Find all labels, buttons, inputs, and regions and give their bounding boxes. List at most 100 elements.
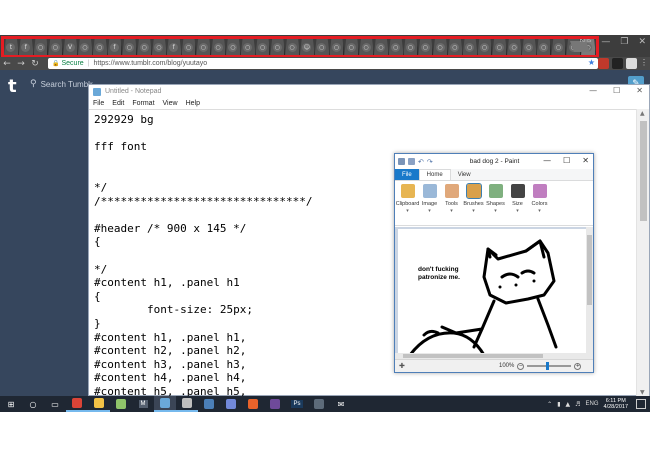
network-icon[interactable]: ▲ — [566, 401, 571, 408]
back-icon[interactable]: ← — [0, 59, 14, 69]
taskbar-m-app-icon[interactable]: M — [132, 396, 154, 412]
save-icon[interactable] — [408, 158, 415, 165]
ribbon-group-brushes[interactable]: Brushes ▾ — [463, 183, 484, 225]
browser-tab[interactable]: ○ — [225, 39, 241, 55]
secure-indicator[interactable]: 🔒 Secure — [52, 60, 84, 67]
address-bar[interactable]: 🔒 Secure | https://www.tumblr.com/blog/y… — [48, 58, 598, 69]
extension-icon[interactable] — [626, 58, 637, 69]
browser-tab[interactable]: ○ — [240, 39, 256, 55]
taskbar-globe-app-icon[interactable] — [308, 396, 330, 412]
browser-tab[interactable]: ○ — [344, 39, 360, 55]
minimize-icon[interactable]: — — [601, 37, 610, 47]
browser-tab[interactable]: ○ — [418, 39, 434, 55]
browser-tab[interactable]: ○ — [536, 39, 552, 55]
close-icon[interactable]: ✕ — [638, 37, 646, 47]
browser-tab[interactable]: ☺ — [299, 39, 315, 55]
close-icon[interactable]: ✕ — [636, 86, 643, 95]
browser-tab[interactable]: ○ — [211, 39, 226, 55]
browser-tab[interactable]: ○ — [551, 39, 567, 55]
scrollbar-thumb[interactable] — [587, 235, 592, 305]
profile-name[interactable]: Kris — [579, 37, 591, 47]
close-icon[interactable]: ✕ — [582, 156, 589, 165]
browser-tab[interactable]: ○ — [196, 39, 212, 55]
minimize-icon[interactable]: — — [589, 86, 597, 95]
ribbon-group-size[interactable]: Size ▾ — [507, 184, 528, 225]
browser-tab[interactable]: f — [18, 39, 34, 55]
browser-tab[interactable]: ○ — [388, 39, 404, 55]
maximize-icon[interactable]: ☐ — [563, 156, 570, 165]
reload-icon[interactable]: ↻ — [28, 59, 42, 69]
taskbar-notepad-icon[interactable] — [154, 396, 176, 412]
browser-tab[interactable]: f — [166, 39, 182, 55]
browser-tab[interactable]: ○ — [314, 39, 330, 55]
taskbar-search-icon[interactable]: ○ — [22, 396, 44, 412]
scroll-up-icon[interactable]: ▲ — [640, 110, 645, 117]
browser-tab[interactable]: f — [107, 39, 123, 55]
browser-tab[interactable]: ○ — [403, 39, 419, 55]
browser-tab[interactable]: V — [63, 39, 78, 55]
browser-tab[interactable]: ○ — [329, 39, 345, 55]
ribbon-group-colors[interactable]: Colors ▾ — [529, 184, 550, 225]
zoom-slider-knob[interactable] — [545, 362, 549, 370]
ribbon-group-image[interactable]: Image ▾ — [419, 184, 440, 225]
redo-icon[interactable]: ↷ — [427, 158, 433, 166]
taskbar-chrome-icon[interactable] — [66, 396, 88, 412]
paint-canvas[interactable]: don't fucking patronize me. — [398, 229, 586, 357]
browser-tab[interactable]: t — [4, 39, 19, 55]
notification-center-icon[interactable] — [636, 399, 646, 409]
taskbar-mail-icon[interactable]: ✉ — [330, 396, 352, 412]
browser-tab[interactable]: ○ — [359, 39, 374, 55]
browser-tab[interactable]: ○ — [285, 39, 300, 55]
zoom-in-icon[interactable]: + — [574, 362, 582, 370]
abp-extension-icon[interactable] — [598, 58, 609, 69]
zoom-slider[interactable] — [527, 362, 572, 370]
taskbar-windows-logo-icon[interactable]: ⊞ — [0, 396, 22, 412]
forward-icon[interactable]: → — [14, 59, 28, 69]
menu-item-help[interactable]: Help — [186, 100, 200, 107]
browser-tab[interactable]: ○ — [433, 39, 448, 55]
ribbon-tab-file[interactable]: File — [395, 169, 419, 180]
zoom-out-icon[interactable]: − — [517, 362, 525, 370]
battery-icon[interactable]: ▮ — [557, 401, 560, 408]
browser-tab[interactable]: ○ — [92, 39, 108, 55]
taskbar-file-explorer-icon[interactable] — [88, 396, 110, 412]
taskbar-steam-icon[interactable] — [198, 396, 220, 412]
browser-tab[interactable]: ○ — [462, 39, 478, 55]
clock[interactable]: 6:11 PM 4/28/2017 — [604, 398, 628, 411]
browser-tab[interactable]: ○ — [151, 39, 167, 55]
browser-tab[interactable]: ○ — [447, 39, 463, 55]
bookmark-star-icon[interactable]: ★ — [588, 58, 595, 67]
browser-tab[interactable]: ○ — [137, 39, 152, 55]
taskbar-discord-icon[interactable] — [220, 396, 242, 412]
browser-tab[interactable]: ○ — [521, 39, 537, 55]
undo-icon[interactable]: ↶ — [418, 158, 424, 166]
browser-tab[interactable]: ○ — [33, 39, 49, 55]
scrollbar-thumb[interactable] — [403, 354, 543, 358]
minimize-icon[interactable]: — — [543, 156, 551, 165]
browser-tab[interactable]: ○ — [492, 39, 508, 55]
browser-tab[interactable]: ○ — [255, 39, 271, 55]
browser-tab[interactable]: ○ — [122, 39, 138, 55]
notepad-scrollbar[interactable]: ▲ ▼ — [636, 109, 649, 397]
taskbar-paint-icon[interactable] — [176, 396, 198, 412]
taskbar-fire-app-icon[interactable] — [242, 396, 264, 412]
ribbon-group-shapes[interactable]: Shapes ▾ — [485, 184, 506, 225]
menu-item-format[interactable]: Format — [132, 100, 154, 107]
paint-vertical-scrollbar[interactable] — [586, 227, 593, 359]
chevron-up-icon[interactable]: ⌃ — [547, 401, 552, 408]
browser-tab[interactable]: ○ — [477, 39, 493, 55]
ribbon-tab-home[interactable]: Home — [418, 169, 451, 180]
ribbon-group-clipboard[interactable]: Clipboard ▾ — [396, 184, 419, 225]
scroll-down-icon[interactable]: ▼ — [640, 389, 645, 396]
ribbon-tab-view[interactable]: View — [451, 169, 478, 180]
tumblr-logo[interactable]: t — [8, 76, 17, 97]
url-text[interactable]: https://www.tumblr.com/blog/yuutayo — [94, 60, 208, 67]
taskbar-photoshop-icon[interactable]: Ps — [286, 396, 308, 412]
browser-tab[interactable]: ○ — [48, 39, 64, 55]
maximize-icon[interactable]: ☐ — [613, 86, 620, 95]
dark-extension-icon[interactable] — [612, 58, 623, 69]
taskbar-task-view-icon[interactable]: ▭ — [44, 396, 66, 412]
restore-icon[interactable]: ❐ — [620, 37, 628, 47]
browser-tab[interactable]: ○ — [270, 39, 286, 55]
scrollbar-thumb[interactable] — [640, 121, 647, 221]
